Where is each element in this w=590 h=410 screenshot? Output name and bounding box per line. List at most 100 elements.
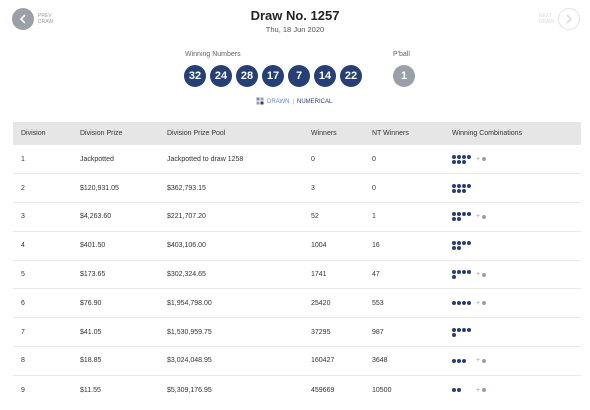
main-number-dots	[452, 154, 474, 164]
main-number-dot	[452, 388, 456, 393]
cell-winning-combination: +	[444, 260, 581, 290]
cell-division-prize: $120,931.05	[72, 173, 159, 204]
cell-division: 6	[13, 288, 72, 319]
cell-winners: 25420	[303, 288, 364, 319]
plus-sign: +	[476, 299, 481, 307]
main-number-dot	[452, 159, 456, 164]
cell-division: 1	[13, 145, 72, 175]
combination-graphic: +	[452, 357, 581, 364]
powerball-label: P'ball	[393, 51, 410, 58]
main-number-dot	[452, 241, 456, 246]
cell-winning-combination	[444, 173, 581, 204]
main-number-dot	[452, 332, 456, 337]
main-number-dot	[462, 188, 466, 193]
main-number-dot	[452, 212, 456, 217]
cell-nt-winners: 1	[364, 202, 444, 232]
main-number-dot	[467, 241, 471, 246]
col-division: Division	[13, 122, 72, 145]
cell-winning-combination: +	[444, 145, 581, 175]
cell-division: 3	[13, 202, 72, 232]
cell-division-prize: $4,263.60	[72, 202, 159, 232]
main-number-dot	[462, 212, 466, 217]
cell-division: 2	[13, 173, 72, 204]
combination-graphic: +	[452, 154, 581, 164]
winning-ball: 24	[210, 65, 232, 87]
winning-ball: 22	[340, 65, 362, 87]
cell-division-prize: $11.55	[80, 386, 101, 394]
main-number-dot	[452, 246, 456, 251]
combination-graphic	[452, 183, 581, 193]
main-number-dot	[457, 270, 461, 275]
main-number-dot	[452, 217, 456, 222]
cell-prize-pool: $302,324.65	[159, 260, 303, 290]
cell-prize-pool: Jackpotted to draw 1258	[159, 145, 303, 175]
cell-nt-winners: 0	[364, 173, 444, 204]
plus-sign: +	[476, 386, 481, 394]
main-number-dot	[467, 212, 471, 217]
winning-ball: 14	[314, 65, 336, 87]
winning-balls: 32 24 28 17 7 14 22	[184, 65, 362, 87]
combination-graphic: +	[452, 387, 581, 394]
table-row: 6 $76.90 $1,954,798.00 25420 553 +	[13, 288, 581, 319]
combination-graphic: +	[452, 212, 581, 222]
cell-nt-winners: 987	[364, 317, 444, 348]
powerball-dot	[482, 388, 487, 393]
cell-winners: 1004	[303, 231, 364, 261]
main-number-dot	[462, 358, 466, 363]
col-winners: Winners	[303, 122, 364, 145]
main-number-dot	[462, 327, 466, 332]
powerball-dot	[482, 301, 487, 306]
cell-division: 4	[13, 231, 72, 261]
table-row: 3 $4,263.60 $221,707.20 52 1 +	[13, 202, 581, 232]
table-header-row: Division Division Prize Division Prize P…	[13, 122, 581, 145]
main-number-dot	[457, 154, 461, 159]
main-number-dot	[462, 154, 466, 159]
sort-icon	[256, 97, 264, 107]
table-row: 5 $173.65 $302,324.65 1741 47 +	[13, 260, 581, 290]
main-number-dot	[457, 183, 461, 188]
sort-toggle: DRAWN | NUMERICAL	[256, 97, 332, 107]
main-number-dot	[457, 358, 461, 363]
powerball-dot	[482, 157, 487, 162]
cell-winners: 0	[303, 145, 364, 175]
cell-division: 7	[13, 317, 72, 348]
cell-prize-pool: $5,309,176.95	[167, 386, 212, 394]
draw-header: Draw No. 1257 Thu, 18 Jun 2020	[0, 8, 590, 34]
col-nt-winners: NT Winners	[364, 122, 444, 145]
cell-winners: 3	[303, 173, 364, 204]
cell-winners: 37295	[303, 317, 364, 348]
main-number-dot	[452, 183, 456, 188]
sort-separator: |	[292, 99, 295, 105]
main-number-dot	[462, 301, 466, 306]
cell-division-prize: $173.65	[72, 260, 159, 290]
prize-table: Division Division Prize Division Prize P…	[13, 122, 581, 404]
table-row: 2 $120,931.05 $362,793.15 3 0	[13, 173, 581, 204]
main-number-dot	[467, 183, 471, 188]
cell-division: 8	[13, 346, 72, 376]
combination-graphic	[452, 327, 581, 337]
cell-division-prize: $76.90	[72, 288, 159, 319]
powerball-ball: 1	[393, 65, 415, 87]
cell-nt-winners: 16	[364, 231, 444, 261]
main-number-dots	[452, 327, 474, 337]
combination-graphic	[452, 241, 581, 251]
cell-division: 5	[13, 260, 72, 290]
main-number-dot	[457, 159, 461, 164]
sort-numerical-link[interactable]: NUMERICAL	[297, 99, 332, 105]
sort-drawn-link[interactable]: DRAWN	[267, 99, 289, 105]
cell-winners: 52	[303, 202, 364, 232]
cell-nt-winners: 10500	[372, 386, 392, 394]
cell-nt-winners: 47	[364, 260, 444, 290]
cell-division-prize: $401.50	[72, 231, 159, 261]
main-number-dot	[452, 327, 456, 332]
draw-title: Draw No. 1257	[250, 8, 340, 23]
main-number-dot	[452, 358, 456, 363]
col-winning-combinations: Winning Combinations	[444, 122, 581, 145]
cell-nt-winners: 0	[364, 145, 444, 175]
cell-prize-pool: $1,954,798.00	[159, 288, 303, 319]
main-number-dots	[452, 212, 474, 222]
cell-prize-pool: $3,024,048.95	[159, 346, 303, 376]
cell-division-prize: Jackpotted	[72, 145, 159, 175]
main-number-dot	[452, 301, 456, 306]
plus-sign: +	[476, 271, 481, 279]
